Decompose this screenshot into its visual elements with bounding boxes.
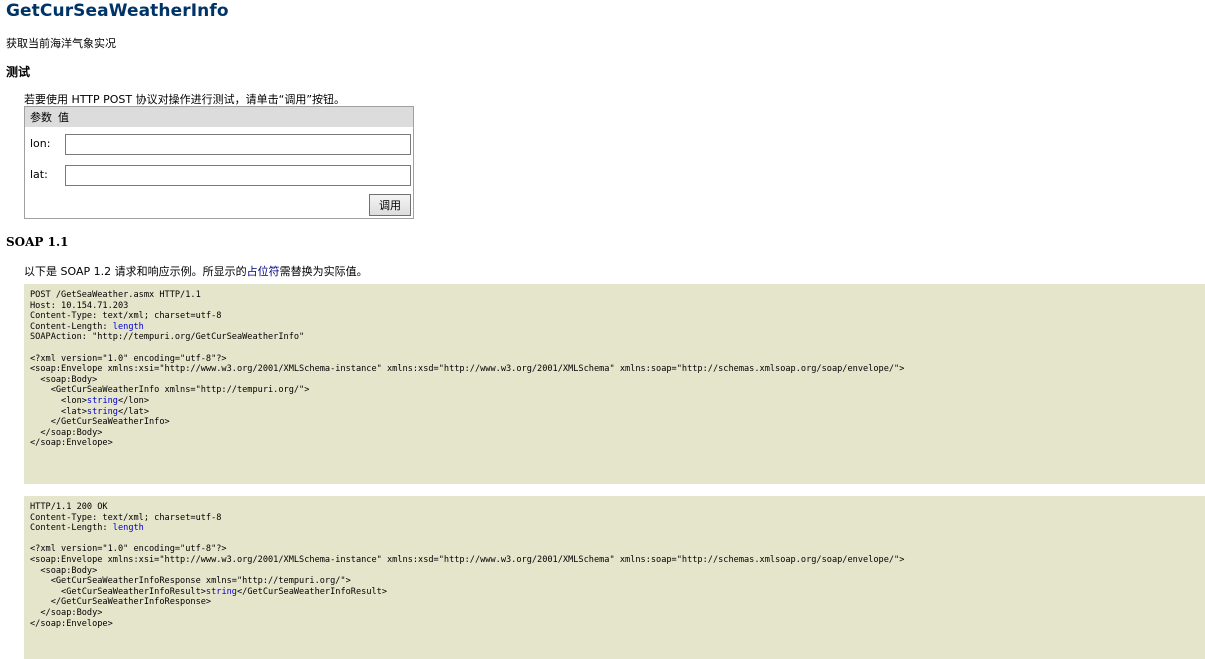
operation-title: GetCurSeaWeatherInfo bbox=[6, 1, 229, 21]
code-line: <GetCurSeaWeatherInfoResponse xmlns="htt… bbox=[30, 576, 351, 587]
code-line: POST /GetSeaWeather.asmx HTTP/1.1 bbox=[30, 290, 201, 300]
code-line: SOAPAction: "http://tempuri.org/GetCurSe… bbox=[30, 332, 305, 343]
soap-heading: SOAP 1.1 bbox=[6, 235, 69, 249]
code-line: </soap:Body> bbox=[30, 607, 103, 618]
code-line: <GetCurSeaWeatherInfoResult> bbox=[30, 586, 206, 597]
code-line: </soap:Envelope> bbox=[30, 618, 113, 629]
soap-intro-text: 以下是 SOAP 1.2 请求和响应示例。所显示的 bbox=[24, 265, 247, 278]
code-line: <GetCurSeaWeatherInfo xmlns="http://temp… bbox=[30, 385, 310, 396]
code-line: </GetCurSeaWeatherInfo> bbox=[30, 417, 170, 428]
soap-intro-text-end: 需替换为实际值。 bbox=[279, 265, 368, 278]
code-line: Host: 10.154.71.203 bbox=[30, 300, 129, 311]
soap-response-sample: HTTP/1.1 200 OK Content-Type: text/xml; … bbox=[24, 496, 1205, 659]
test-form: 参数 值 lon: lat: 调用 bbox=[24, 106, 414, 219]
code-line: <lat> bbox=[30, 406, 87, 417]
code-line: </GetCurSeaWeatherInfoResult> bbox=[236, 586, 388, 597]
code-line: <?xml version="1.0" encoding="utf-8"?> bbox=[30, 544, 227, 555]
placeholder-value: string bbox=[86, 406, 118, 417]
invoke-button[interactable]: 调用 bbox=[369, 194, 411, 216]
code-line: <?xml version="1.0" encoding="utf-8"?> bbox=[30, 353, 227, 364]
placeholder-value: string bbox=[86, 395, 118, 406]
code-line: </lat> bbox=[117, 406, 150, 417]
code-line: Content-Length: bbox=[30, 321, 113, 332]
soap-intro: 以下是 SOAP 1.2 请求和响应示例。所显示的占位符需替换为实际值。 bbox=[24, 263, 368, 279]
code-line: HTTP/1.1 200 OK bbox=[30, 502, 108, 512]
code-line: Content-Type: text/xml; charset=utf-8 bbox=[30, 311, 222, 322]
code-line: <soap:Envelope xmlns:xsi="http://www.w3.… bbox=[30, 364, 905, 375]
placeholder-value: length bbox=[112, 321, 144, 332]
test-heading: 测试 bbox=[6, 65, 31, 79]
code-line: Content-Type: text/xml; charset=utf-8 bbox=[30, 512, 222, 523]
code-line: </GetCurSeaWeatherInfoResponse> bbox=[30, 597, 212, 608]
code-line: </soap:Envelope> bbox=[30, 438, 113, 449]
page: GetCurSeaWeatherInfo 获取当前海洋气象实况 测试 若要使用 … bbox=[0, 0, 1205, 659]
code-line: <lon> bbox=[30, 395, 87, 406]
param-label-lat: lat: bbox=[30, 168, 48, 181]
placeholder-value: length bbox=[112, 523, 144, 534]
value-column-header: 值 bbox=[58, 111, 69, 124]
operation-description: 获取当前海洋气象实况 bbox=[6, 37, 116, 50]
param-row-lon: lon: bbox=[25, 132, 413, 156]
code-line: Content-Length: bbox=[30, 523, 113, 534]
code-line: </lon> bbox=[117, 395, 150, 406]
lon-input[interactable] bbox=[65, 134, 411, 155]
lat-input[interactable] bbox=[65, 165, 411, 186]
placeholder-value: string bbox=[205, 586, 237, 597]
code-line: <soap:Body> bbox=[30, 565, 98, 576]
code-line: </soap:Body> bbox=[30, 427, 103, 438]
param-column-header: 参数 bbox=[30, 111, 52, 124]
param-label-lon: lon: bbox=[30, 137, 51, 150]
param-row-lat: lat: bbox=[25, 163, 413, 187]
test-form-header: 参数 值 bbox=[25, 107, 413, 127]
soap-request-sample: POST /GetSeaWeather.asmx HTTP/1.1 Host: … bbox=[24, 284, 1205, 484]
code-line: <soap:Envelope xmlns:xsi="http://www.w3.… bbox=[30, 554, 905, 565]
code-line: <soap:Body> bbox=[30, 374, 98, 385]
placeholder-term: 占位符 bbox=[246, 265, 280, 278]
test-intro: 若要使用 HTTP POST 协议对操作进行测试，请单击“调用”按钮。 bbox=[24, 93, 346, 106]
